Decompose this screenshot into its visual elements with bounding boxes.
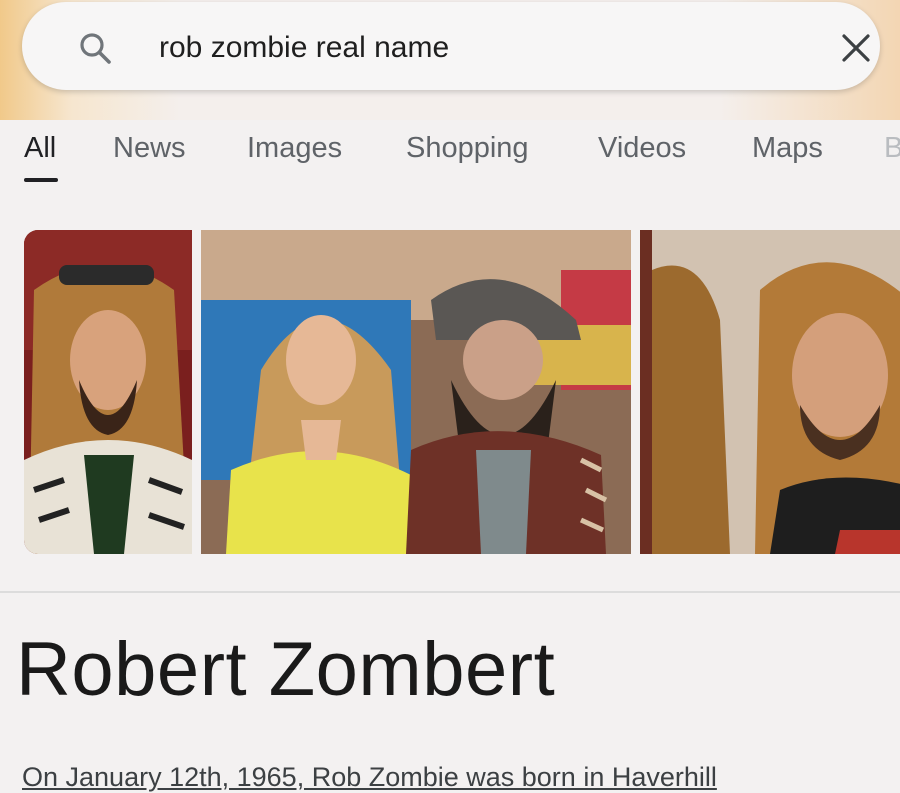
tab-shopping[interactable]: Shopping (406, 132, 529, 165)
section-divider (0, 591, 900, 593)
tab-news[interactable]: News (113, 132, 186, 165)
image-result-1[interactable] (24, 230, 192, 554)
image-result-2[interactable] (201, 230, 631, 554)
tab-images[interactable]: Images (247, 132, 342, 165)
answer-title: Robert Zombert (16, 627, 556, 712)
search-tabs: All News Images Shopping Videos Maps B (0, 128, 900, 188)
image-results (24, 230, 900, 555)
close-icon[interactable] (836, 28, 876, 68)
tab-all[interactable]: All (24, 132, 56, 165)
tab-books-partial[interactable]: B (884, 132, 900, 165)
search-icon[interactable] (76, 29, 116, 69)
tab-videos[interactable]: Videos (598, 132, 686, 165)
search-input[interactable]: rob zombie real name (159, 28, 449, 68)
active-tab-indicator (24, 178, 58, 182)
answer-snippet[interactable]: On January 12th, 1965, Rob Zombie was bo… (22, 762, 717, 793)
image-result-3[interactable] (640, 230, 900, 554)
tab-maps[interactable]: Maps (752, 132, 823, 165)
search-bar[interactable]: rob zombie real name (22, 2, 880, 90)
